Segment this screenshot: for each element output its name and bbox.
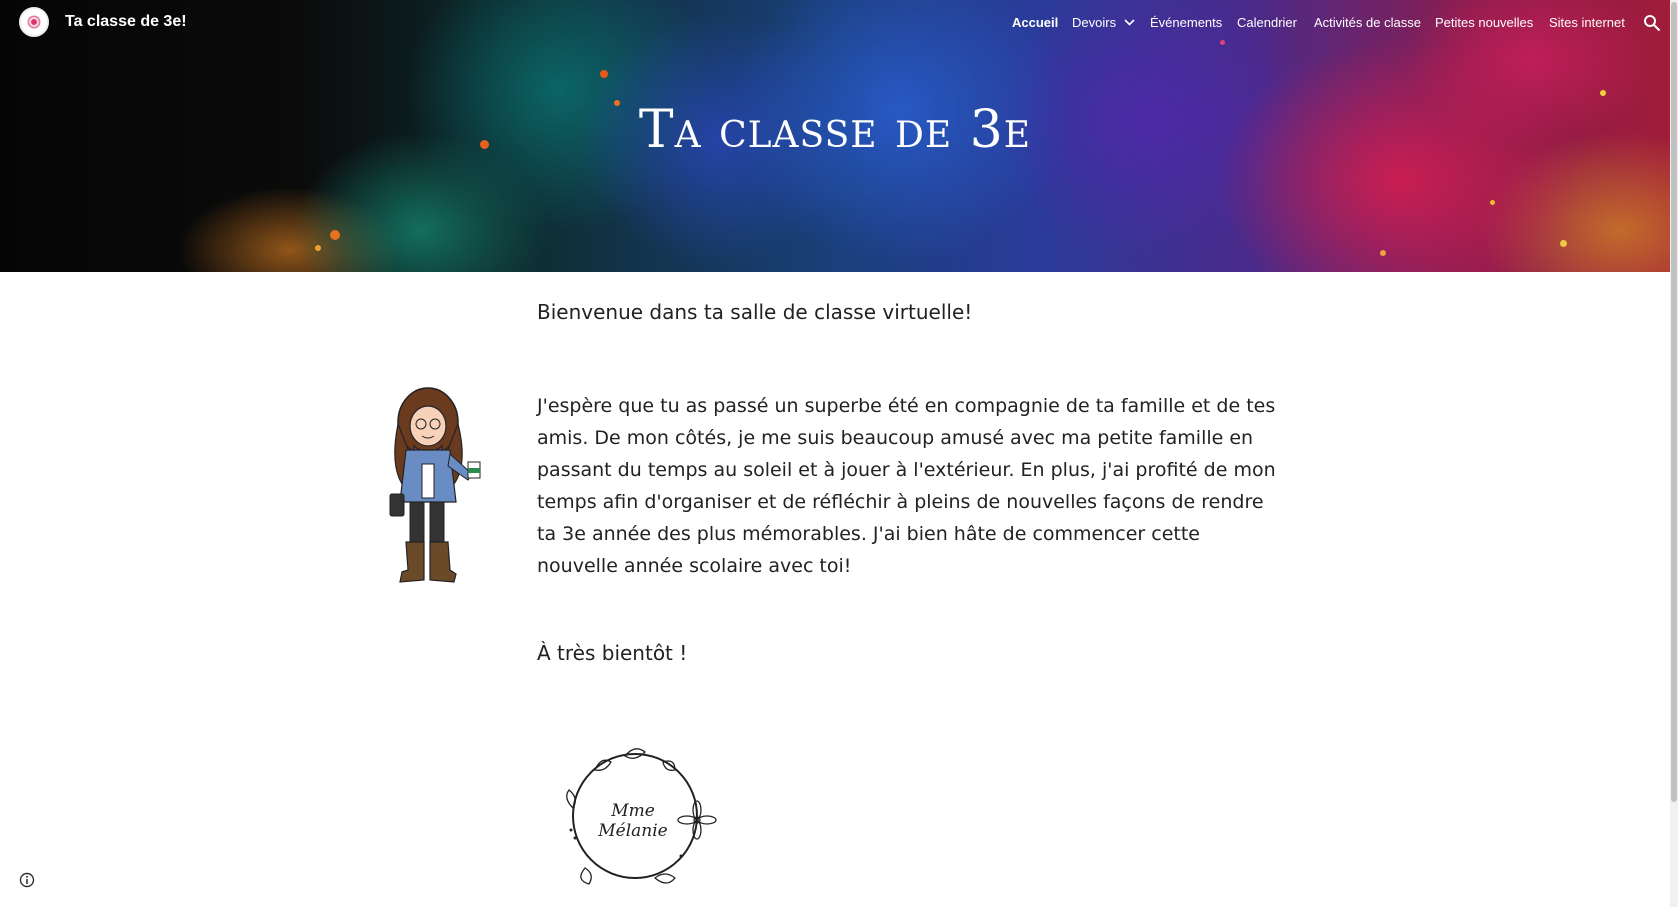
paint-speck — [1560, 240, 1567, 247]
intro-paragraph: J'espère que tu as passé un superbe été … — [537, 395, 1276, 577]
signature-wreath: Mme Mélanie — [566, 748, 717, 885]
chevron-down-icon — [1124, 19, 1135, 26]
search-icon[interactable] — [1643, 14, 1661, 32]
nav-accueil[interactable]: Accueil — [1012, 15, 1058, 30]
nav-petites-nouvelles[interactable]: Petites nouvelles — [1435, 15, 1533, 30]
signature-text: Mme — [610, 801, 655, 821]
paint-speck — [330, 230, 340, 240]
welcome-text: Bienvenue dans ta salle de classe virtue… — [537, 300, 973, 324]
top-bar: Ta classe de 3e! Accueil Devoirs Événeme… — [0, 0, 1670, 48]
paint-speck — [1600, 90, 1606, 96]
scrollbar[interactable] — [1670, 0, 1678, 907]
logo-icon[interactable] — [19, 7, 49, 37]
signature-text: Mélanie — [597, 821, 668, 841]
nav-activites[interactable]: Activités de classe — [1314, 15, 1421, 30]
info-icon[interactable] — [19, 872, 35, 888]
hero-banner: Ta classe de 3e! Accueil Devoirs Événeme… — [0, 0, 1670, 272]
scrollbar-thumb[interactable] — [1671, 2, 1677, 802]
paint-speck — [1490, 200, 1495, 205]
closing-text: À très bientôt ! — [537, 641, 688, 665]
nav-sites-internet[interactable]: Sites internet — [1549, 15, 1625, 30]
nav-calendrier[interactable]: Calendrier — [1237, 15, 1297, 30]
teacher-illustration — [389, 387, 481, 583]
nav-evenements[interactable]: Événements — [1150, 15, 1222, 30]
hero-title: Ta classe de 3e — [638, 100, 1032, 160]
site-title[interactable]: Ta classe de 3e! — [65, 13, 187, 31]
paint-speck — [315, 245, 321, 251]
nav-devoirs-label: Devoirs — [1072, 15, 1117, 30]
nav-devoirs[interactable]: Devoirs — [1072, 15, 1135, 30]
paint-speck — [1380, 250, 1386, 256]
paint-speck — [600, 70, 608, 78]
